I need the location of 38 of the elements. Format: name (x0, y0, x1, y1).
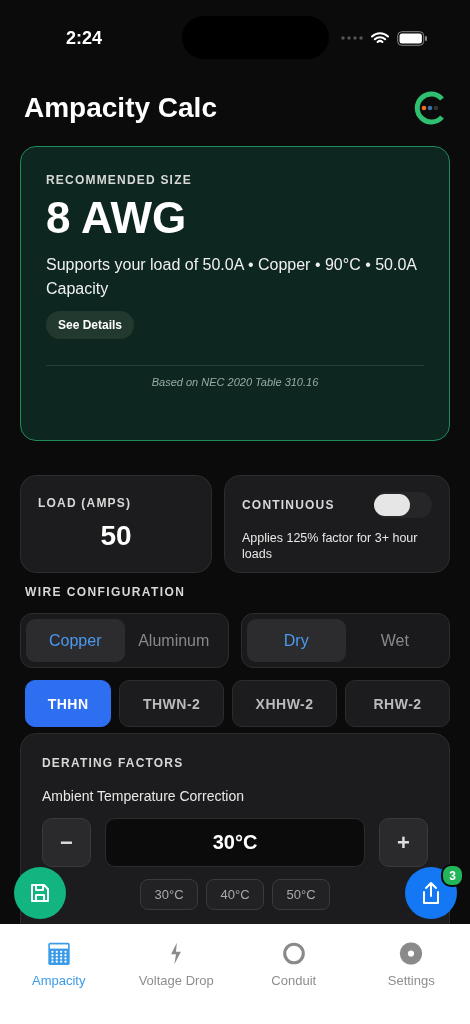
source-note: Based on NEC 2020 Table 310.16 (150, 376, 320, 388)
save-icon (29, 882, 51, 904)
load-label: LOAD (AMPS) (38, 496, 133, 510)
insulation-chip[interactable]: XHHW-2 (232, 680, 338, 727)
signal-icon (341, 36, 363, 40)
material-option[interactable]: Copper (26, 619, 125, 662)
share-count-badge: 3 (441, 864, 464, 887)
insulation-chip[interactable]: THHN (25, 680, 112, 727)
derating-label: DERATING FACTORS (42, 756, 185, 770)
location-option[interactable]: Dry (247, 619, 346, 662)
ambient-label: Ambient Temperature Correction (42, 788, 246, 804)
circle-icon (280, 942, 307, 965)
temperature-field[interactable]: 30°C (105, 818, 365, 867)
temperature-preset[interactable]: 50°C (272, 879, 330, 910)
insulation-chip[interactable]: THWN-2 (119, 680, 225, 727)
logo-icon (412, 90, 446, 126)
continuous-toggle[interactable] (374, 492, 432, 518)
battery-icon (397, 30, 428, 46)
temperature-preset[interactable]: 40°C (206, 879, 264, 910)
wire-size: 8 AWG (46, 193, 188, 243)
increment-button[interactable]: + (379, 818, 428, 867)
share-icon (420, 881, 442, 905)
load-field[interactable]: 50 (38, 520, 194, 552)
result-summary: Supports your load of 50.0A • Copper • 90°C • 50.0A Capacity (46, 255, 418, 299)
location-option[interactable]: Wet (345, 619, 444, 662)
section-label: WIRE CONFIGURATION (25, 585, 187, 599)
decrement-button[interactable]: − (42, 818, 91, 867)
temperature-preset[interactable]: 30°C (140, 879, 198, 910)
insulation-chip[interactable]: RHW-2 (345, 680, 450, 727)
continuous-label: CONTINUOUS (242, 498, 335, 512)
status-time: 2:24 (66, 27, 103, 49)
material-option[interactable]: Aluminum (124, 619, 223, 662)
result-label: RECOMMENDED SIZE (46, 173, 193, 187)
settings-icon (398, 942, 425, 965)
app-title: Ampacity Calc (24, 92, 217, 124)
wifi-icon (371, 31, 389, 45)
continuous-description: Applies 125% factor for 3+ hour loads (242, 530, 419, 562)
see-details-button[interactable]: See Details (46, 311, 135, 339)
